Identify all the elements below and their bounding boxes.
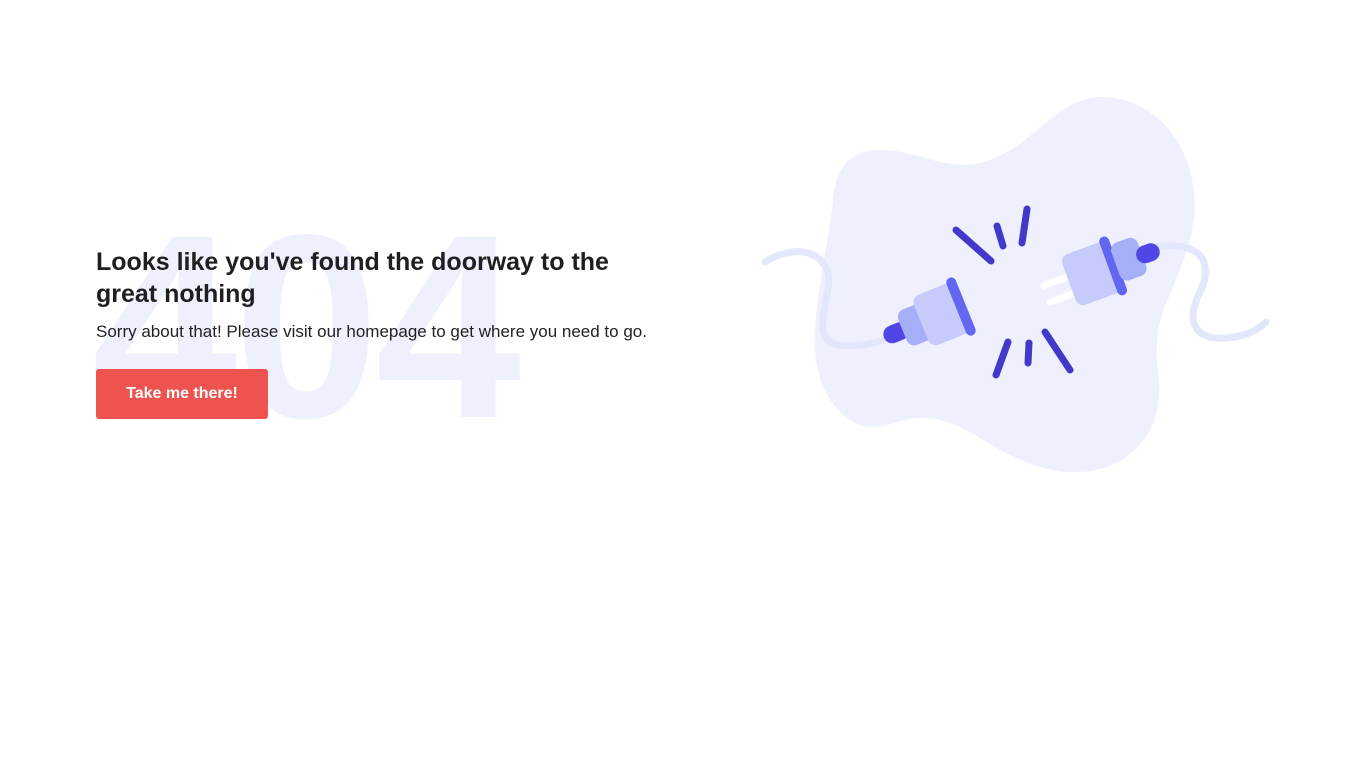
page-message: Sorry about that! Please visit our homep… <box>96 322 647 341</box>
unplugged-cable-illustration <box>740 80 1300 500</box>
page-title: Looks like you've found the doorway to t… <box>96 248 609 308</box>
message-section: Looks like you've found the doorway to t… <box>96 246 656 419</box>
not-found-page: 404 Looks like you've found the doorway … <box>0 0 1366 768</box>
blob-shape <box>814 96 1195 473</box>
unplugged-cable-icon <box>761 96 1270 473</box>
take-me-there-button[interactable]: Take me there! <box>96 369 268 419</box>
